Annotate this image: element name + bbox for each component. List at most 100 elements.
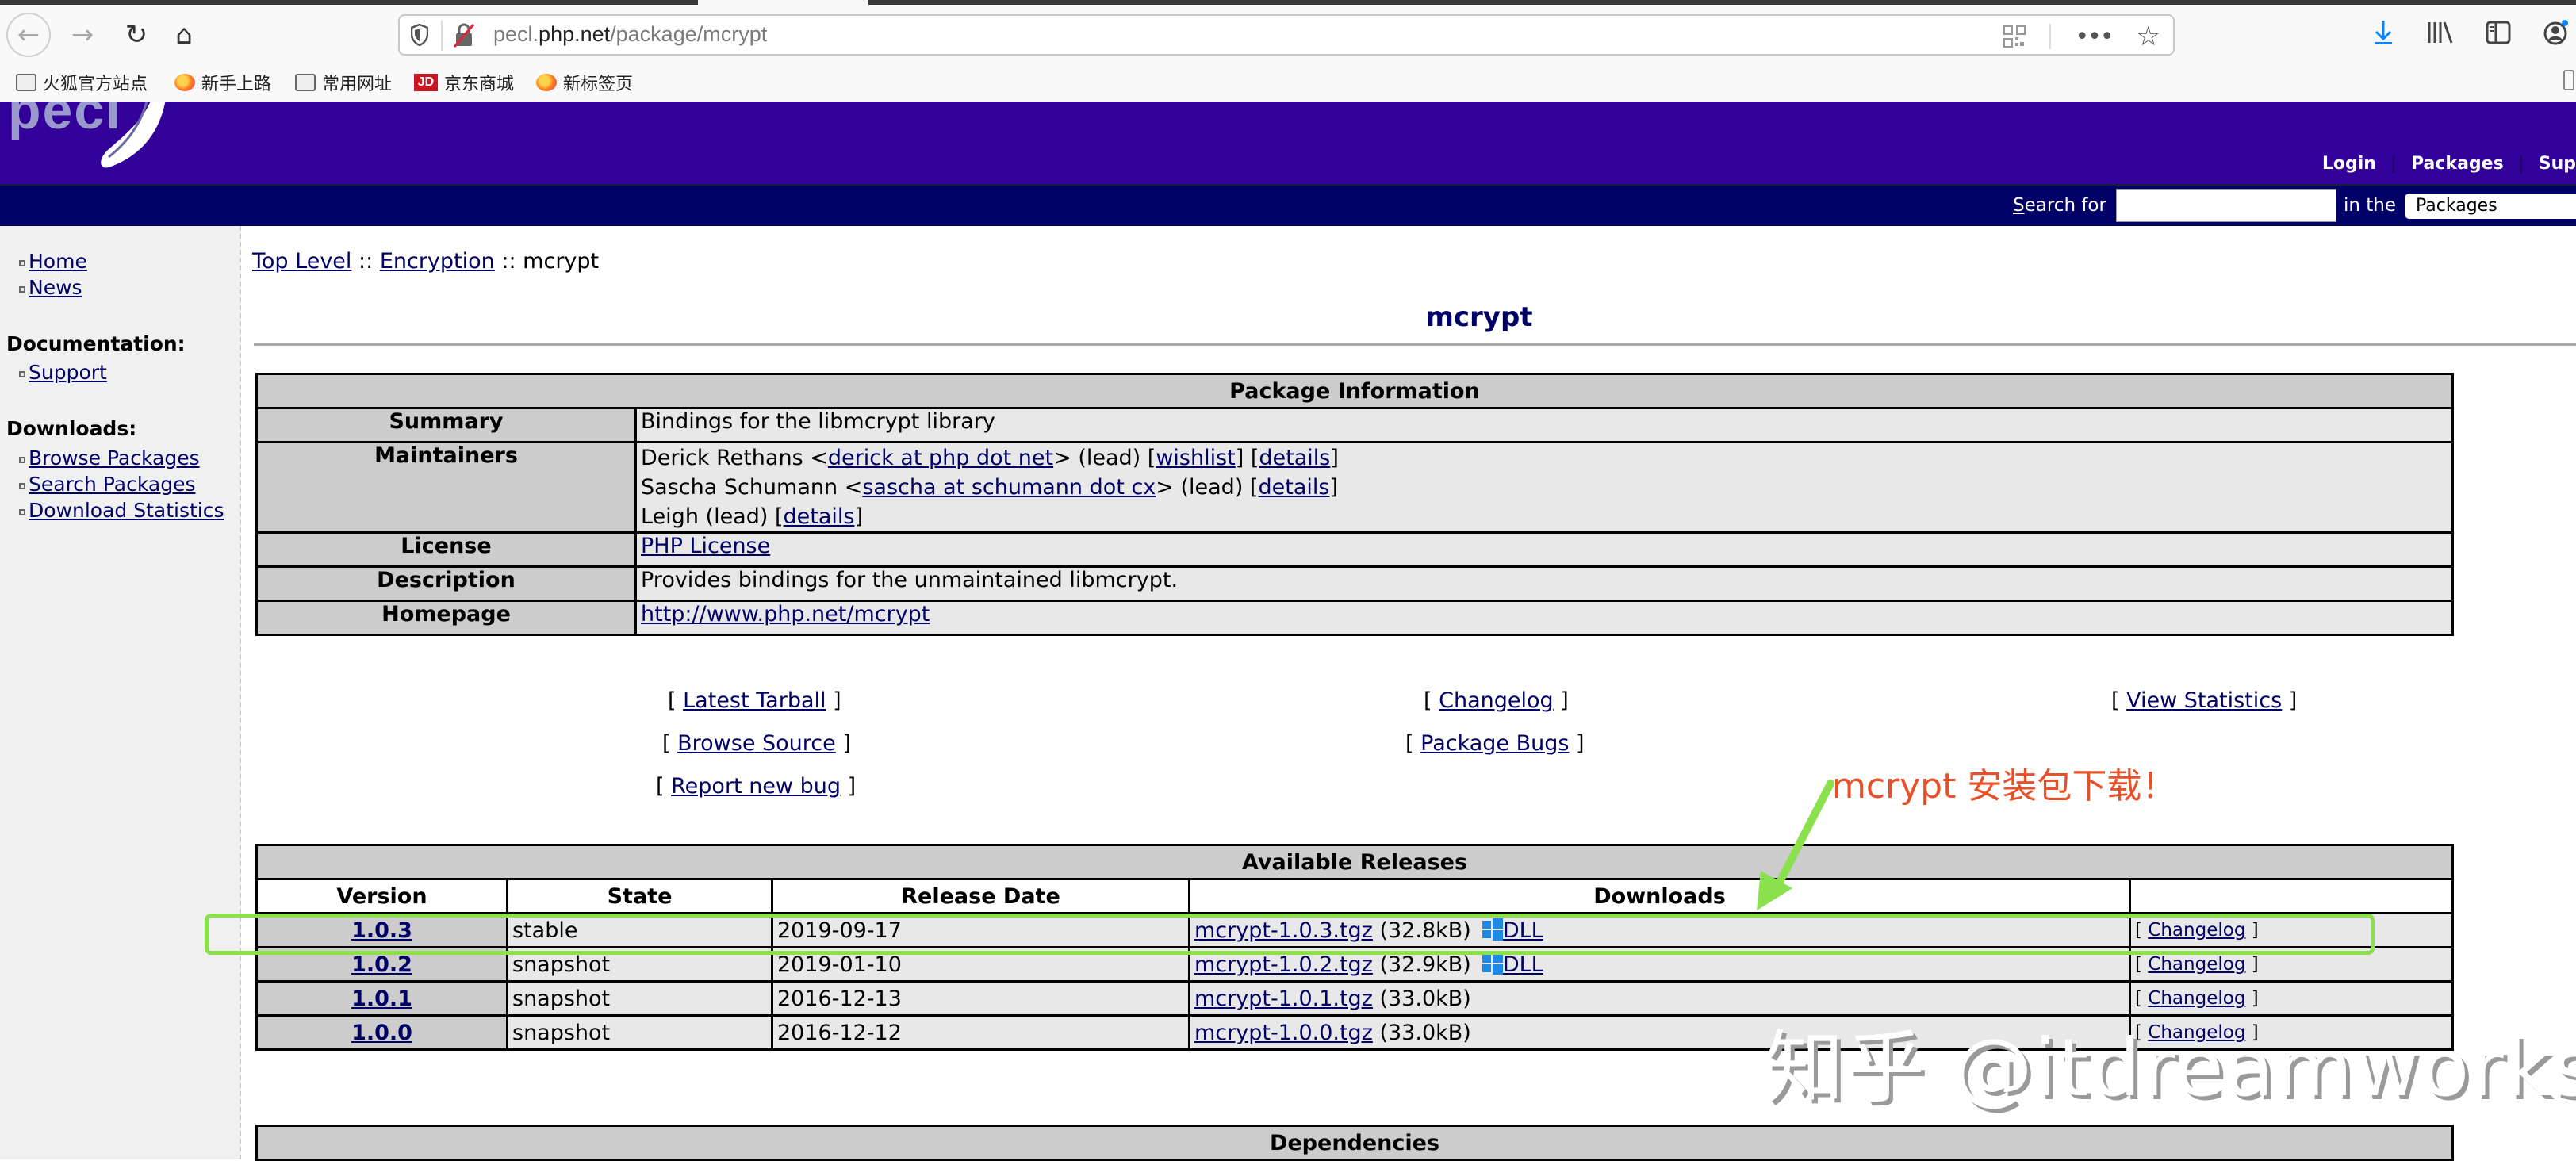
- homepage-link[interactable]: http://www.php.net/mcrypt: [641, 602, 930, 626]
- bookmark-item[interactable]: 常用网址: [295, 70, 392, 95]
- bookmark-item[interactable]: JD 京东商城: [414, 70, 514, 95]
- insecure-lock-icon[interactable]: [452, 22, 476, 49]
- sidebar-item-news[interactable]: News: [19, 276, 82, 299]
- tarball-link[interactable]: mcrypt-1.0.1.tgz: [1194, 987, 1373, 1011]
- details-link[interactable]: details: [1258, 475, 1329, 500]
- url-text[interactable]: pecl.php.net/package/mcrypt: [493, 22, 767, 47]
- sidebar-item-browse-packages[interactable]: Browse Packages: [19, 446, 200, 469]
- home-button[interactable]: ⌂: [162, 13, 206, 57]
- bookmark-label: 新手上路: [201, 74, 272, 94]
- wishlist-link[interactable]: wishlist: [1156, 446, 1235, 470]
- details-link[interactable]: details: [784, 504, 855, 529]
- sidebar-link[interactable]: Browse Packages: [29, 446, 200, 469]
- sidebar-toggle-icon[interactable]: [2486, 21, 2511, 44]
- sidebar-link[interactable]: Support: [29, 361, 107, 384]
- url-separator: [2049, 24, 2052, 49]
- download-icon[interactable]: [2371, 19, 2395, 46]
- bookmark-item[interactable]: 新手上路: [174, 70, 271, 95]
- sidebar-link[interactable]: News: [29, 276, 82, 299]
- bullet-icon: [19, 370, 25, 377]
- release-row: 1.0.0 snapshot 2016-12-12 mcrypt-1.0.0.t…: [255, 1014, 2454, 1051]
- version-link[interactable]: 1.0.1: [351, 987, 412, 1011]
- bookmark-label: 京东商城: [444, 74, 515, 94]
- url-domain: php.net: [539, 22, 611, 46]
- details-link[interactable]: details: [1259, 446, 1330, 470]
- bullet-icon: [19, 285, 25, 293]
- package-bugs-link[interactable]: Package Bugs: [1420, 731, 1569, 756]
- version-link[interactable]: 1.0.0: [351, 1021, 412, 1045]
- bullet-icon: [19, 456, 25, 463]
- url-divider: [441, 21, 443, 51]
- back-button[interactable]: ←: [6, 13, 51, 57]
- qr-code-icon[interactable]: [2003, 25, 2026, 48]
- dll-link[interactable]: DLL: [1503, 918, 1543, 943]
- release-changelog-link[interactable]: Changelog: [2148, 1022, 2245, 1043]
- sidebar: Home News Documentation: Support Downloa…: [0, 226, 241, 1159]
- sidebar-link[interactable]: Search Packages: [29, 473, 196, 496]
- breadcrumb-top-level[interactable]: Top Level: [252, 249, 351, 274]
- sidebar-item-search-packages[interactable]: Search Packages: [19, 473, 196, 496]
- breadcrumb-separator: ::: [358, 249, 374, 274]
- tarball-link[interactable]: mcrypt-1.0.2.tgz: [1194, 952, 1373, 977]
- col-release-date: Release Date: [771, 878, 1190, 914]
- releases-title: Available Releases: [255, 844, 2454, 880]
- tracking-shield-icon[interactable]: [411, 24, 428, 46]
- search-scope-select[interactable]: Packages: [2405, 194, 2576, 219]
- sidebar-link[interactable]: Home: [29, 250, 87, 273]
- col-downloads: Downloads: [1188, 878, 2131, 914]
- description-value: Provides bindings for the unmaintained l…: [634, 565, 2454, 602]
- login-link[interactable]: Login: [2322, 154, 2376, 174]
- reload-icon: ↻: [125, 19, 148, 51]
- maintainers-label: Maintainers: [255, 441, 637, 534]
- release-row: 1.0.3 stable 2019-09-17 mcrypt-1.0.3.tgz…: [255, 912, 2454, 948]
- tarball-link[interactable]: mcrypt-1.0.3.tgz: [1194, 918, 1373, 943]
- release-state: snapshot: [506, 946, 773, 983]
- url-prefix: pecl.: [493, 22, 539, 46]
- sidebar-item-support[interactable]: Support: [19, 361, 107, 384]
- mobile-bookmarks-icon[interactable]: [2563, 70, 2574, 90]
- windows-icon: [1482, 918, 1503, 941]
- maintainers-value: Derick Rethans <derick at php dot net> (…: [634, 441, 2454, 534]
- search-label: Search for: [2013, 195, 2106, 216]
- report-new-bug-link[interactable]: Report new bug: [671, 774, 841, 799]
- release-changelog-link[interactable]: Changelog: [2148, 920, 2245, 941]
- reload-button[interactable]: ↻: [114, 13, 159, 57]
- support-link[interactable]: Sup: [2539, 154, 2576, 174]
- windows-icon: [1482, 952, 1503, 975]
- tarball-link[interactable]: mcrypt-1.0.0.tgz: [1194, 1021, 1373, 1045]
- bookmark-item[interactable]: 火狐官方站点: [16, 70, 148, 95]
- folder-icon: [295, 74, 316, 91]
- forward-button[interactable]: →: [60, 13, 105, 57]
- url-bar[interactable]: pecl.php.net/package/mcrypt ••• ☆: [398, 14, 2175, 56]
- firefox-icon: [536, 74, 557, 91]
- version-link[interactable]: 1.0.2: [351, 952, 412, 977]
- library-icon[interactable]: [2427, 21, 2454, 44]
- breadcrumb-encryption[interactable]: Encryption: [380, 249, 495, 274]
- sidebar-item-download-statistics[interactable]: Download Statistics: [19, 499, 224, 522]
- search-input[interactable]: [2116, 189, 2336, 222]
- dll-link[interactable]: DLL: [1503, 952, 1543, 977]
- page-actions-menu-icon[interactable]: •••: [2075, 23, 2114, 51]
- sidebar-item-home[interactable]: Home: [19, 250, 87, 273]
- dependencies-title: Dependencies: [255, 1125, 2454, 1161]
- view-statistics-link[interactable]: View Statistics: [2126, 688, 2282, 713]
- bookmark-star-icon[interactable]: ☆: [2137, 21, 2160, 52]
- package-bugs-item: [ Package Bugs ]: [1405, 731, 1585, 756]
- packages-link[interactable]: Packages: [2411, 154, 2504, 174]
- changelog-link[interactable]: Changelog: [1439, 688, 1554, 713]
- sidebar-link[interactable]: Download Statistics: [29, 499, 224, 522]
- browse-source-link[interactable]: Browse Source: [677, 731, 836, 756]
- nav-separator: |: [2390, 154, 2398, 174]
- arrow-right-icon: →: [71, 19, 94, 51]
- version-link[interactable]: 1.0.3: [351, 918, 412, 943]
- bookmark-item[interactable]: 新标签页: [536, 70, 633, 95]
- maintainer-email-link[interactable]: derick at php dot net: [828, 446, 1053, 470]
- license-link[interactable]: PHP License: [641, 534, 770, 558]
- latest-tarball-link[interactable]: Latest Tarball: [683, 688, 826, 713]
- release-changelog-link[interactable]: Changelog: [2148, 954, 2245, 975]
- release-changelog-link[interactable]: Changelog: [2148, 988, 2245, 1009]
- nav-separator: |: [2517, 154, 2524, 174]
- maintainer-email-link[interactable]: sascha at schumann dot cx: [862, 475, 1156, 500]
- release-state: snapshot: [506, 980, 773, 1017]
- account-icon[interactable]: [2543, 19, 2570, 46]
